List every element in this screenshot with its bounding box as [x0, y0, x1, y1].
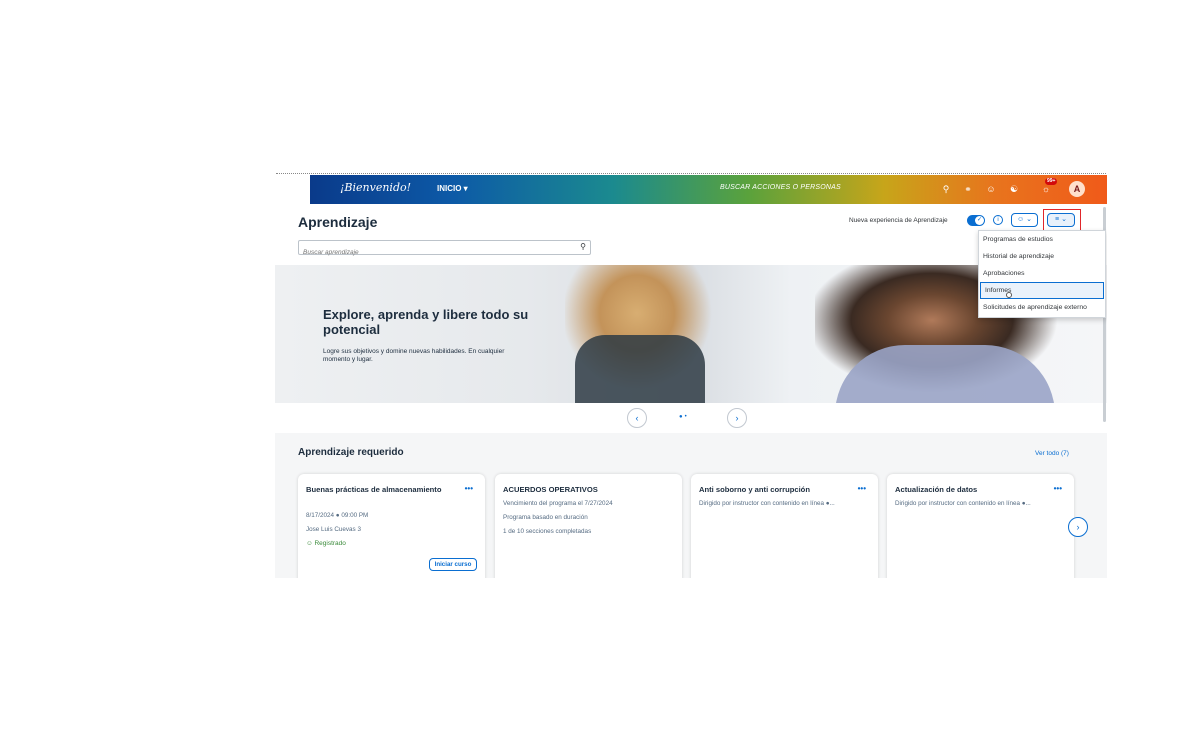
learning-card[interactable]: ACUERDOS OPERATIVOS Vencimiento del prog…: [495, 474, 682, 578]
shell-bar: ¡Bienvenido! INICIO ▾ BUSCAR ACCIONES O …: [310, 175, 1107, 204]
menu-item-informes[interactable]: Informes: [980, 282, 1104, 299]
people-icon[interactable]: ☺: [985, 182, 997, 196]
notification-badge: 99+: [1045, 178, 1058, 185]
search-field[interactable]: ⚲: [298, 240, 591, 259]
help-icon[interactable]: ☯: [1008, 182, 1020, 196]
card-line: 1 de 10 secciones completadas: [503, 528, 592, 535]
new-experience-toggle[interactable]: [967, 215, 985, 226]
registered-status: ☺ Registrado: [306, 540, 346, 547]
carousel-dots[interactable]: ●•: [679, 414, 689, 420]
more-options-icon[interactable]: •••: [858, 484, 866, 493]
person-icon: ☺: [306, 540, 313, 547]
dropdown-menu: Programas de estudios Historial de apren…: [978, 230, 1106, 318]
learning-card[interactable]: Actualización de datos ••• Dirigido por …: [887, 474, 1074, 578]
home-menu-button[interactable]: INICIO ▾: [437, 184, 468, 193]
banner-image-person-1-body: [575, 335, 705, 403]
menu-item-solicitudes[interactable]: Solicitudes de aprendizaje externo: [979, 299, 1105, 316]
avatar[interactable]: A: [1069, 181, 1085, 197]
required-learning-section: Aprendizaje requerido Ver todo (7) Buena…: [275, 433, 1107, 578]
info-icon[interactable]: i: [993, 215, 1003, 225]
new-experience-label: Nueva experiencia de Aprendizaje: [849, 217, 948, 224]
card-title[interactable]: Actualización de datos: [895, 484, 1045, 496]
status-label: Registrado: [314, 540, 346, 547]
learning-card[interactable]: Anti soborno y anti corrupción ••• Dirig…: [691, 474, 878, 578]
cards-next-button[interactable]: ›: [1068, 517, 1088, 537]
menu-item-programas[interactable]: Programas de estudios: [979, 231, 1105, 248]
page-title: Aprendizaje: [298, 214, 378, 230]
card-line: Dirigido por instructor con contenido en…: [699, 500, 835, 507]
card-title[interactable]: Anti soborno y anti corrupción: [699, 484, 849, 496]
app-frame: ¡Bienvenido! INICIO ▾ BUSCAR ACCIONES O …: [275, 175, 1107, 578]
list-menu-button[interactable]: ≡ ⌄: [1047, 213, 1075, 227]
company-logo[interactable]: ¡Bienvenido!: [340, 181, 411, 194]
menu-item-historial[interactable]: Historial de aprendizaje: [979, 248, 1105, 265]
card-date: 8/17/2024 ● 09:00 PM: [306, 512, 369, 519]
menu-item-aprobaciones[interactable]: Aprobaciones: [979, 265, 1105, 282]
person-menu-button[interactable]: ☺ ⌄: [1011, 213, 1038, 227]
search-icon[interactable]: ⚲: [580, 242, 586, 251]
card-line: Dirigido por instructor con contenido en…: [895, 500, 1031, 507]
more-options-icon[interactable]: •••: [1054, 484, 1062, 493]
learning-card[interactable]: Buenas prácticas de almacenamiento ••• 8…: [298, 474, 485, 578]
banner-title: Explore, aprenda y libere todo su potenc…: [323, 307, 529, 337]
card-line: Programa basado en duración: [503, 514, 588, 521]
mouse-cursor: [1006, 292, 1012, 298]
search-input[interactable]: [299, 246, 569, 259]
start-course-button[interactable]: Iniciar curso: [429, 558, 477, 571]
view-all-link[interactable]: Ver todo (7): [1035, 450, 1069, 457]
section-title: Aprendizaje requerido: [298, 447, 404, 458]
carousel-next-button[interactable]: ›: [727, 408, 747, 428]
card-instructor: Jose Luis Cuevas 3: [306, 526, 361, 533]
card-title[interactable]: Buenas prácticas de almacenamiento: [306, 484, 456, 496]
more-options-icon[interactable]: •••: [465, 484, 473, 493]
banner-subtitle: Logre sus objetivos y domine nuevas habi…: [323, 348, 505, 363]
search-icon[interactable]: ⚲: [940, 182, 952, 196]
card-title[interactable]: ACUERDOS OPERATIVOS: [503, 484, 653, 496]
page-top-border: [276, 173, 1106, 174]
carousel-prev-button[interactable]: ‹: [627, 408, 647, 428]
card-line: Vencimiento del programa el 7/27/2024: [503, 500, 613, 507]
shell-search-field[interactable]: BUSCAR ACCIONES O PERSONAS: [720, 184, 841, 191]
approvals-icon[interactable]: ⚭: [962, 182, 974, 196]
